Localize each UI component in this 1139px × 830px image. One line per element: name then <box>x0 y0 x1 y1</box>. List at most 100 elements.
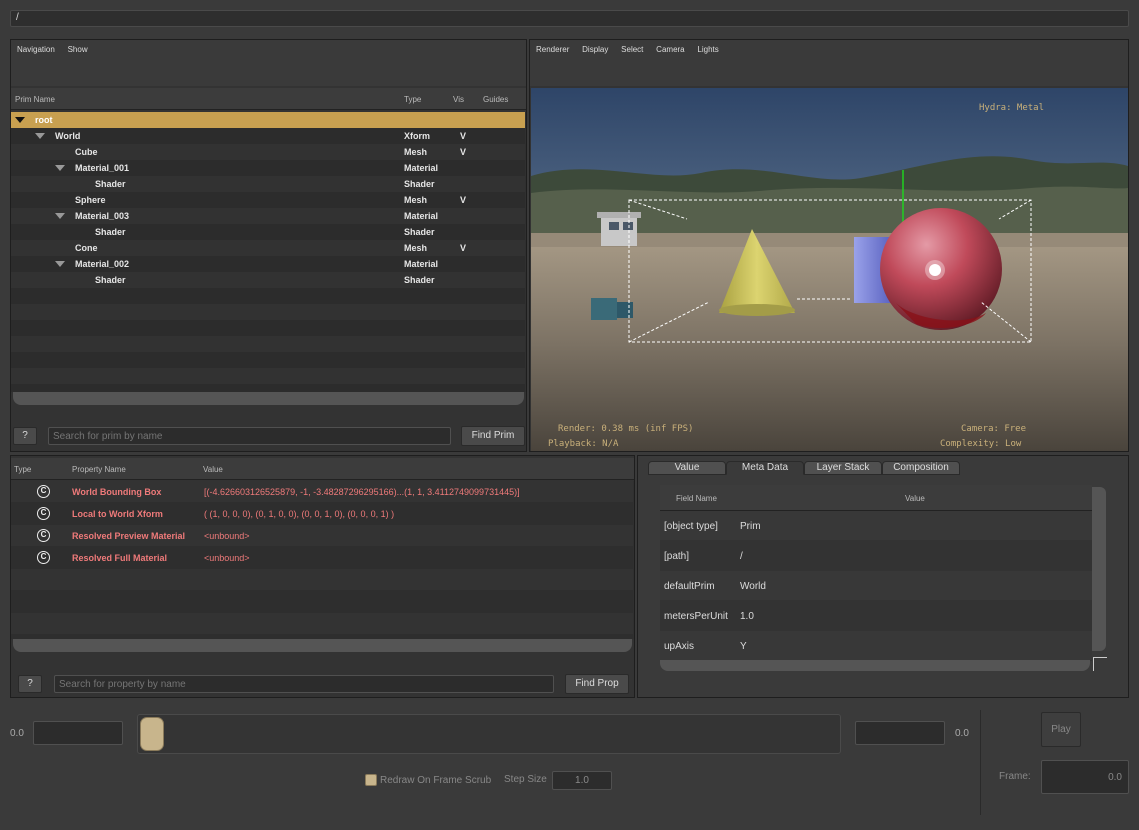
col-prop-value[interactable]: Value <box>203 465 223 474</box>
prim-type: Mesh <box>404 195 428 205</box>
col-field-name[interactable]: Field Name <box>676 494 717 503</box>
prim-visibility[interactable]: V <box>460 195 466 205</box>
usdview-window: / Navigation Show Prim Name Type Vis Gui… <box>0 0 1139 830</box>
3d-viewport[interactable]: Hydra: Metal Render: 0.38 ms (inf FPS) P… <box>531 88 1128 451</box>
prim-row[interactable]: Shader Shader <box>11 224 525 240</box>
prim-visibility[interactable]: V <box>460 131 466 141</box>
step-size-field[interactable]: 1.0 <box>552 771 612 790</box>
prim-type: Mesh <box>404 147 428 157</box>
menu-show[interactable]: Show <box>62 40 92 54</box>
property-row[interactable]: C World Bounding Box [(-4.626603126525879,… <box>11 481 633 503</box>
find-prop-button[interactable]: Find Prop <box>565 674 629 694</box>
prim-row[interactable]: Shader Shader <box>11 272 525 288</box>
metadata-row[interactable]: [object type] Prim <box>660 511 1092 541</box>
prim-row[interactable]: Shader Shader <box>11 176 525 192</box>
property-name: Resolved Full Material <box>72 553 168 563</box>
frame-field[interactable]: 0.0 <box>1041 760 1129 794</box>
menu-camera[interactable]: Camera <box>650 40 688 54</box>
frame-slider-handle[interactable] <box>140 717 164 751</box>
metadata-row[interactable]: metersPerUnit 1.0 <box>660 601 1092 631</box>
tab-layer-stack[interactable]: Layer Stack <box>804 461 882 475</box>
empty-row <box>11 591 633 613</box>
menu-renderer[interactable]: Renderer <box>530 40 573 54</box>
play-button[interactable]: Play <box>1041 712 1081 747</box>
viewport-scene <box>531 88 1128 451</box>
expand-arrow-icon[interactable] <box>55 165 65 171</box>
property-header: Type Property Name Value <box>11 458 634 480</box>
tab-meta-data[interactable]: Meta Data <box>726 461 804 475</box>
menu-select[interactable]: Select <box>615 40 647 54</box>
prim-visibility[interactable]: V <box>460 147 466 157</box>
metadata-row[interactable]: upAxis Y <box>660 631 1092 661</box>
expand-arrow-icon[interactable] <box>55 213 65 219</box>
start-frame-field[interactable] <box>33 721 123 745</box>
metadata-row[interactable]: defaultPrim World <box>660 571 1092 601</box>
prim-type: Shader <box>404 275 435 285</box>
empty-row <box>11 368 525 384</box>
expand-arrow-icon[interactable] <box>55 261 65 267</box>
col-prim-name[interactable]: Prim Name <box>15 95 55 104</box>
redraw-checkbox[interactable] <box>365 774 377 786</box>
prim-row[interactable]: root <box>11 112 525 128</box>
property-name: World Bounding Box <box>72 487 162 497</box>
col-meta-value[interactable]: Value <box>905 494 925 503</box>
prim-tree-scrollbar[interactable] <box>13 392 524 405</box>
metadata-field-value: Y <box>740 641 747 652</box>
find-prim-button[interactable]: Find Prim <box>461 426 525 446</box>
prim-name: Material_001 <box>75 163 130 173</box>
property-help-button[interactable]: ? <box>18 675 42 693</box>
metadata-hscrollbar[interactable] <box>660 660 1090 671</box>
prim-row[interactable]: Cube Mesh V <box>11 144 525 160</box>
camera-stats: Camera: Free <box>961 424 1027 434</box>
tab-composition[interactable]: Composition <box>882 461 960 475</box>
prim-name: Material_003 <box>75 211 130 221</box>
property-row[interactable]: C Resolved Preview Material <unbound> <box>11 525 633 547</box>
property-search-input[interactable] <box>54 675 554 693</box>
prim-type: Shader <box>404 179 435 189</box>
prim-row[interactable]: Sphere Mesh V <box>11 192 525 208</box>
prim-type: Material <box>404 163 439 173</box>
property-row[interactable]: C Local to World Xform ( (1, 0, 0, 0), (0,… <box>11 503 633 525</box>
expand-arrow-icon[interactable] <box>15 117 25 123</box>
frame-slider-track[interactable] <box>137 714 841 754</box>
metadata-field-name: metersPerUnit <box>664 611 728 622</box>
metadata-field-name: [object type] <box>664 521 718 532</box>
prim-row[interactable]: Material_002 Material <box>11 256 525 272</box>
col-vis[interactable]: Vis <box>453 95 464 104</box>
tab-value[interactable]: Value <box>648 461 726 475</box>
empty-row <box>11 320 525 336</box>
prim-visibility[interactable]: V <box>460 243 466 253</box>
property-value: ( (1, 0, 0, 0), (0, 1, 0, 0), (0, 0, 1, … <box>204 509 395 519</box>
end-frame-field[interactable] <box>855 721 945 745</box>
renderer-indicator: Hydra: Metal <box>979 103 1045 113</box>
prim-row[interactable]: Material_003 Material <box>11 208 525 224</box>
empty-row <box>11 288 525 304</box>
computed-property-icon: C <box>37 551 50 564</box>
metadata-vscrollbar[interactable] <box>1092 487 1106 651</box>
step-size-label: Step Size <box>504 774 547 785</box>
complexity-stats: Complexity: Low <box>940 439 1022 449</box>
prim-search-input[interactable] <box>48 427 451 445</box>
empty-row <box>11 384 525 392</box>
expand-arrow-icon[interactable] <box>35 133 45 139</box>
prim-path-field[interactable]: / <box>10 10 1129 27</box>
col-guides[interactable]: Guides <box>483 95 508 104</box>
property-row[interactable]: C Resolved Full Material <unbound> <box>11 547 633 569</box>
menu-navigation[interactable]: Navigation <box>11 40 59 54</box>
render-stats: Render: 0.38 ms (inf FPS) <box>558 424 694 434</box>
col-prop-name[interactable]: Property Name <box>72 465 126 474</box>
menu-display[interactable]: Display <box>576 40 612 54</box>
prim-row[interactable]: Material_001 Material <box>11 160 525 176</box>
metadata-row[interactable]: [path] / <box>660 541 1092 571</box>
col-prop-type[interactable]: Type <box>14 465 31 474</box>
prim-row[interactable]: World Xform V <box>11 128 525 144</box>
col-type[interactable]: Type <box>404 95 421 104</box>
property-scrollbar[interactable] <box>13 639 632 652</box>
prim-help-button[interactable]: ? <box>13 427 37 445</box>
menu-lights[interactable]: Lights <box>691 40 722 54</box>
resize-corner[interactable] <box>1093 657 1107 671</box>
metadata-table: [object type] Prim [path] / defaultPrim World… <box>660 511 1092 661</box>
prim-name: Cone <box>75 243 98 253</box>
timeline-divider <box>980 710 981 815</box>
prim-row[interactable]: Cone Mesh V <box>11 240 525 256</box>
